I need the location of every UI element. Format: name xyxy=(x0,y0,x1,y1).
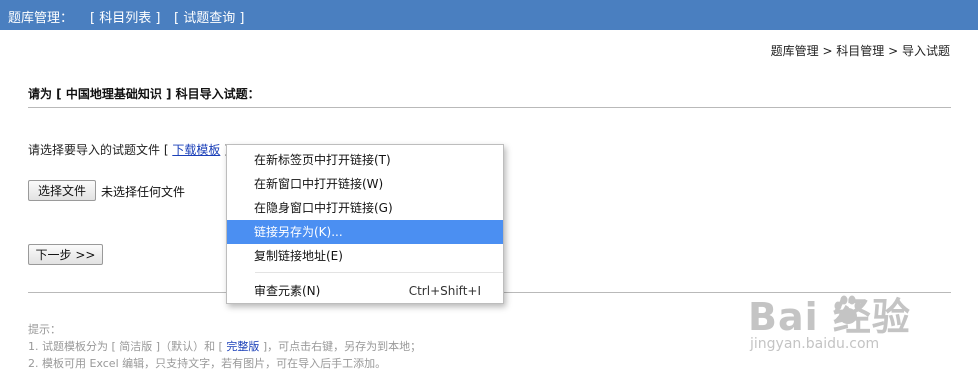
menu-separator xyxy=(255,272,503,273)
menu-item-label: 链接另存为(K)... xyxy=(254,225,343,239)
menu-copy-link-address[interactable]: 复制链接地址(E) xyxy=(227,244,503,268)
paw-icon xyxy=(834,295,862,324)
menu-open-new-tab[interactable]: 在新标签页中打开链接(T) xyxy=(227,148,503,172)
breadcrumb: 题库管理 > 科目管理 > 导入试题 xyxy=(771,42,950,59)
menu-open-new-window[interactable]: 在新窗口中打开链接(W) xyxy=(227,172,503,196)
divider-top xyxy=(28,107,951,108)
tips-line-1: 1. 试题模板分为 [ 简洁版 ]（默认）和 [ 完整版 ]，可点击右键，另存为… xyxy=(28,338,421,355)
no-file-label: 未选择任何文件 xyxy=(101,185,186,199)
menu-shortcut: Ctrl+Shift+I xyxy=(408,284,481,298)
top-nav-bar: 题库管理： [ 科目列表 ] [ 试题查询 ] xyxy=(0,0,978,30)
menu-item-label: 在新标签页中打开链接(T) xyxy=(254,153,391,167)
section-title: 题库管理： xyxy=(8,11,74,26)
full-version-link[interactable]: 完整版 xyxy=(226,340,259,353)
nav-question-search[interactable]: [ 试题查询 ] xyxy=(174,7,244,26)
page-heading: 请为 [ 中国地理基础知识 ] 科目导入试题： xyxy=(28,87,260,101)
breadcrumb-text: 题库管理 > 科目管理 > 导入试题 xyxy=(770,44,950,58)
menu-item-label: 在隐身窗口中打开链接(G) xyxy=(254,201,393,215)
choose-prefix: 请选择要导入的试题文件 [ xyxy=(28,143,173,157)
menu-item-label: 在新窗口中打开链接(W) xyxy=(254,177,384,191)
context-menu: 在新标签页中打开链接(T) 在新窗口中打开链接(W) 在隐身窗口中打开链接(G)… xyxy=(226,144,504,304)
tips-line-1-text-a: 1. 试题模板分为 [ 简洁版 ]（默认）和 [ xyxy=(28,340,227,353)
tips-section: 提示： 1. 试题模板分为 [ 简洁版 ]（默认）和 [ 完整版 ]，可点击右键… xyxy=(28,321,421,372)
choose-file-button[interactable]: 选择文件 xyxy=(28,180,96,201)
nav-subject-list[interactable]: [ 科目列表 ] xyxy=(90,7,160,26)
menu-item-label: 复制链接地址(E) xyxy=(254,249,343,263)
download-template-link[interactable]: 下载模板 xyxy=(172,143,220,157)
menu-save-link-as[interactable]: 链接另存为(K)... xyxy=(227,220,503,244)
baidu-jingyan-watermark: Bai 经验 jingyan.baidu.com xyxy=(748,286,970,362)
watermark-url: jingyan.baidu.com xyxy=(750,336,880,352)
choose-file-prompt: 请选择要导入的试题文件 [ 下载模板 ] xyxy=(28,141,229,158)
menu-inspect-element[interactable]: 审查元素(N) Ctrl+Shift+I xyxy=(227,279,503,303)
tips-line-2: 2. 模板可用 Excel 编辑，只支持文字，若有图片，可在导入后手工添加。 xyxy=(28,357,387,370)
menu-open-incognito[interactable]: 在隐身窗口中打开链接(G) xyxy=(227,196,503,220)
next-step-button[interactable]: 下一步 >> xyxy=(28,244,103,265)
menu-item-label: 审查元素(N) xyxy=(254,284,321,298)
tips-title: 提示： xyxy=(28,323,61,336)
tips-line-1-text-b: ]，可点击右键，另存为到本地； xyxy=(259,340,422,353)
